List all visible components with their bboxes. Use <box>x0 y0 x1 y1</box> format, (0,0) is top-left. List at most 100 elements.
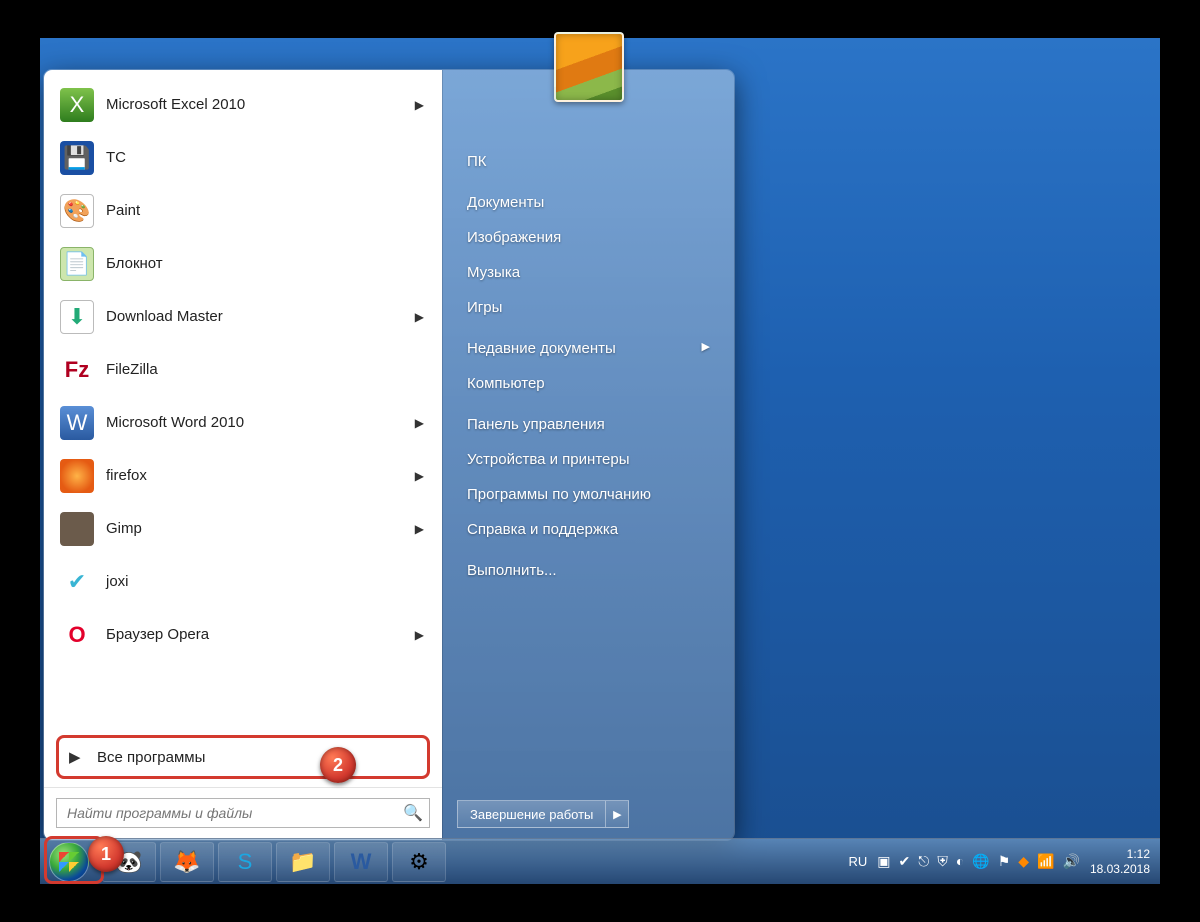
flag-icon[interactable]: ⚑ <box>998 853 1011 870</box>
link-label: Устройства и принтеры <box>467 451 629 468</box>
language-indicator[interactable]: RU <box>848 854 867 869</box>
tray-icon[interactable]: ◐ <box>956 853 964 870</box>
chevron-right-icon: ▶ <box>415 416 424 430</box>
right-pane-link[interactable]: Музыка <box>457 255 720 290</box>
program-item[interactable]: ✔ joxi <box>50 555 436 608</box>
app-icon: ⬇ <box>60 300 94 334</box>
chevron-right-icon: ▶ <box>69 748 83 766</box>
right-pane-link[interactable]: Изображения <box>457 220 720 255</box>
program-label: joxi <box>106 573 129 590</box>
program-label: firefox <box>106 467 147 484</box>
annotation-callout-1: 1 <box>88 836 124 872</box>
taskbar-item-explorer[interactable]: 📁 <box>276 842 330 882</box>
link-label: Изображения <box>467 229 561 246</box>
program-label: FileZilla <box>106 361 158 378</box>
right-pane-link[interactable]: ПК <box>457 144 720 179</box>
taskbar: 🐼 🦊 S 📁 W ⚙ RU ▣ ✔ ⎋ ⛨ ◐ 🌐 ⚑ ◆ 📶 🔊 1:12 <box>40 838 1160 884</box>
program-label: Download Master <box>106 308 223 325</box>
start-menu: XMicrosoft Excel 2010▶💾TC🎨Paint📄Блокнот⬇… <box>44 70 734 840</box>
right-pane-link[interactable]: Документы <box>457 185 720 220</box>
search-icon: 🔍 <box>403 803 423 823</box>
user-picture[interactable] <box>554 32 624 102</box>
chevron-right-icon: ▶ <box>415 628 424 642</box>
shutdown-options-button[interactable]: ▶ <box>605 800 629 828</box>
link-label: Компьютер <box>467 375 545 392</box>
tray-icons: ▣ ✔ ⎋ ⛨ ◐ 🌐 ⚑ ◆ 📶 🔊 <box>877 853 1080 870</box>
chevron-right-icon: ▶ <box>415 310 424 324</box>
right-pane-link[interactable]: Справка и поддержка <box>457 512 720 547</box>
app-icon: 📄 <box>60 247 94 281</box>
all-programs-button[interactable]: ▶ Все программы <box>56 735 430 779</box>
clock-date: 18.03.2018 <box>1090 862 1150 876</box>
start-menu-left-pane: XMicrosoft Excel 2010▶💾TC🎨Paint📄Блокнот⬇… <box>44 70 442 840</box>
right-pane-link[interactable]: Панель управления <box>457 407 720 442</box>
program-item[interactable]: OБраузер Opera▶ <box>50 608 436 661</box>
app-icon <box>60 459 94 493</box>
taskbar-item-control-panel[interactable]: ⚙ <box>392 842 446 882</box>
program-item[interactable]: ⬇ Download Master ▶ <box>50 290 436 343</box>
annotation-callout-2: 2 <box>320 747 356 783</box>
start-menu-right-pane: ПК Документы Изображения Музыка Игры Недавние… <box>442 70 734 840</box>
program-item[interactable]: Gimp▶ <box>50 502 436 555</box>
program-item[interactable]: 📄 Блокнот <box>50 237 436 290</box>
program-label: Блокнот <box>106 255 163 272</box>
all-programs-label: Все программы <box>97 749 205 766</box>
program-item[interactable]: firefox ▶ <box>50 449 436 502</box>
link-label: Недавние документы <box>467 340 616 357</box>
program-item[interactable]: XMicrosoft Excel 2010▶ <box>50 78 436 131</box>
taskbar-pinned-items: 🐼 🦊 S 📁 W ⚙ <box>102 842 446 882</box>
program-item[interactable]: 🎨Paint <box>50 184 436 237</box>
link-label: ПК <box>467 153 487 170</box>
app-icon: W <box>60 406 94 440</box>
taskbar-item-skype[interactable]: S <box>218 842 272 882</box>
right-pane-link[interactable]: Недавние документы ▶ <box>457 331 720 366</box>
clock[interactable]: 1:12 18.03.2018 <box>1090 847 1150 876</box>
right-pane-link[interactable]: Компьютер <box>457 366 720 401</box>
program-label: TC <box>106 149 126 166</box>
link-label: Панель управления <box>467 416 605 433</box>
link-label: Документы <box>467 194 544 211</box>
app-icon: 🎨 <box>60 194 94 228</box>
program-item[interactable]: Fz FileZilla <box>50 343 436 396</box>
right-pane-link[interactable]: Программы по умолчанию <box>457 477 720 512</box>
tray-icon[interactable]: ⛨ <box>937 853 948 870</box>
link-label: Выполнить... <box>467 562 557 579</box>
program-item[interactable]: 💾 TC <box>50 131 436 184</box>
app-icon: 💾 <box>60 141 94 175</box>
search-box[interactable]: 🔍 <box>56 798 430 828</box>
volume-icon[interactable]: 🔊 <box>1063 853 1080 870</box>
tray-icon[interactable]: 🌐 <box>972 853 989 870</box>
app-icon: Fz <box>60 353 94 387</box>
tray-icon[interactable]: ✔ <box>899 853 911 870</box>
search-input[interactable] <box>67 805 403 821</box>
taskbar-item-word[interactable]: W <box>334 842 388 882</box>
right-pane-link[interactable]: Игры <box>457 290 720 325</box>
chevron-right-icon: ▶ <box>702 340 710 353</box>
right-pane-link[interactable]: Выполнить... <box>457 553 720 588</box>
link-label: Игры <box>467 299 502 316</box>
app-icon <box>60 512 94 546</box>
program-label: Gimp <box>106 520 142 537</box>
taskbar-item-firefox[interactable]: 🦊 <box>160 842 214 882</box>
link-label: Музыка <box>467 264 520 281</box>
tray-icon[interactable]: ▣ <box>877 853 890 870</box>
app-icon: ✔ <box>60 565 94 599</box>
tray-icon[interactable]: ◆ <box>1018 853 1029 870</box>
chevron-right-icon: ▶ <box>415 98 424 112</box>
chevron-right-icon: ▶ <box>613 808 621 821</box>
program-label: Браузер Opera <box>106 626 209 643</box>
program-label: Microsoft Excel 2010 <box>106 96 245 113</box>
link-label: Программы по умолчанию <box>467 486 651 503</box>
system-tray: RU ▣ ✔ ⎋ ⛨ ◐ 🌐 ⚑ ◆ 📶 🔊 1:12 18.03.2018 <box>848 847 1160 876</box>
link-label: Справка и поддержка <box>467 521 618 538</box>
program-item[interactable]: W Microsoft Word 2010 ▶ <box>50 396 436 449</box>
network-icon[interactable]: 📶 <box>1037 853 1054 870</box>
program-list: XMicrosoft Excel 2010▶💾TC🎨Paint📄Блокнот⬇… <box>44 76 442 727</box>
shutdown-button[interactable]: Завершение работы <box>457 800 605 828</box>
right-pane-link[interactable]: Устройства и принтеры <box>457 442 720 477</box>
desktop: XMicrosoft Excel 2010▶💾TC🎨Paint📄Блокнот⬇… <box>40 38 1160 884</box>
program-label: Microsoft Word 2010 <box>106 414 244 431</box>
tray-icon[interactable]: ⎋ <box>918 853 929 870</box>
shutdown-label: Завершение работы <box>470 807 593 822</box>
chevron-right-icon: ▶ <box>415 469 424 483</box>
